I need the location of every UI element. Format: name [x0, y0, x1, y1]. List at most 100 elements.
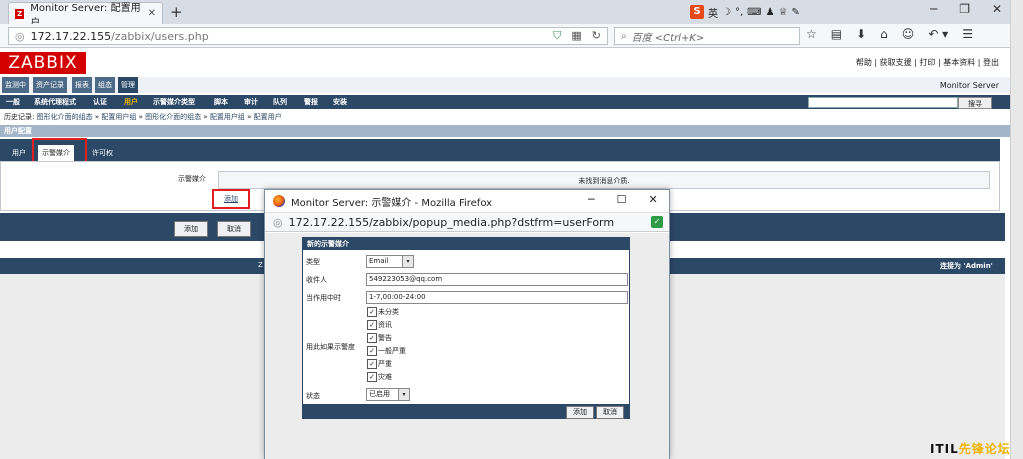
popup-url: 172.17.22.155/zabbix/popup_media.php?dst…	[288, 215, 615, 229]
severity-text: 灾难	[378, 373, 392, 381]
menu-configuration[interactable]: 组态	[95, 77, 115, 93]
close-icon[interactable]: ✕	[148, 8, 156, 19]
popup-maximize-icon[interactable]: ☐	[617, 193, 627, 206]
reload-icon[interactable]: ↻	[592, 29, 601, 43]
popup-minimize-icon[interactable]: ─	[588, 193, 595, 206]
add-media-link[interactable]: 添加	[212, 189, 250, 209]
keyboard-icon[interactable]: ⌨	[747, 7, 761, 18]
checkbox-checked-icon[interactable]: ✓	[367, 320, 377, 330]
no-media-message: 未找到消息介质.	[218, 171, 990, 189]
cancel-button[interactable]: 取消	[217, 221, 251, 237]
watermark-part2: 先锋论坛	[958, 442, 1011, 456]
emoji-icon[interactable]: ☺	[902, 27, 915, 41]
menu-icon[interactable]: ☰	[962, 27, 973, 41]
popup-window-controls: ─ ☐ ✕	[588, 193, 658, 206]
submenu-general[interactable]: 一般	[6, 95, 20, 109]
severity-text: 未分类	[378, 308, 399, 316]
severity-average[interactable]: ✓ 一般严重	[367, 346, 406, 356]
url-host: 172.17.22.155	[30, 29, 112, 43]
reading-list-icon[interactable]: ▤	[831, 27, 842, 41]
footer-text: Z	[258, 261, 263, 269]
checkbox-checked-icon[interactable]: ✓	[367, 346, 377, 356]
popup-shield-icon: ✓	[651, 216, 663, 228]
severity-disaster[interactable]: ✓ 灾难	[367, 372, 392, 382]
form-title: 用户配置	[0, 125, 1010, 137]
popup-add-button[interactable]: 添加	[566, 406, 594, 419]
popup-globe-icon: ◎	[273, 215, 283, 229]
severity-information[interactable]: ✓ 资讯	[367, 320, 392, 330]
menu-inventory[interactable]: 资产记录	[33, 77, 67, 93]
star-icon[interactable]: ☆	[806, 27, 817, 41]
user-icon[interactable]: ♟	[766, 7, 775, 18]
sendto-input[interactable]: 549223053@qq.com	[366, 273, 628, 286]
type-value: Email	[369, 257, 389, 265]
punct-icon[interactable]: °,	[735, 7, 743, 18]
history-breadcrumb: 历史记录: 图形化介面的组态 » 配置用户组 » 图形化介面的组态 » 配置用户…	[0, 111, 1010, 124]
submenu-authentication[interactable]: 认证	[93, 95, 107, 109]
history-item[interactable]: 配置用户组	[101, 113, 136, 121]
submenu-media-types[interactable]: 示警媒介类型	[153, 95, 195, 109]
add-button[interactable]: 添加	[174, 221, 208, 237]
submenu-queue[interactable]: 队列	[273, 95, 287, 109]
history-sep: »	[247, 113, 252, 121]
submenu-scripts[interactable]: 脚本	[214, 95, 228, 109]
download-icon[interactable]: ⬇	[856, 27, 866, 41]
severity-text: 警告	[378, 334, 392, 342]
side-scrollbar[interactable]	[1010, 0, 1023, 459]
checkbox-checked-icon[interactable]: ✓	[367, 333, 377, 343]
popup-url-bar[interactable]: ◎ 172.17.22.155/zabbix/popup_media.php?d…	[265, 212, 669, 232]
firefox-icon	[273, 195, 285, 207]
new-tab-button[interactable]: +	[170, 3, 183, 21]
checkbox-checked-icon[interactable]: ✓	[367, 372, 377, 382]
history-item[interactable]: 配置用户	[254, 113, 282, 121]
status-label: 状态	[306, 392, 320, 400]
submenu-installation[interactable]: 安装	[333, 95, 347, 109]
minimize-icon[interactable]: ─	[930, 2, 937, 16]
watermark: ITIL先锋论坛	[930, 440, 1011, 457]
chevron-down-icon: ▾	[402, 256, 413, 267]
menu-reports[interactable]: 报表	[72, 77, 92, 93]
tab-permissions[interactable]: 许可权	[88, 145, 117, 161]
submenu-proxies[interactable]: 系统代理程式	[34, 95, 76, 109]
history-item[interactable]: 图形化介面的组态	[37, 113, 93, 121]
history-item[interactable]: 配置用户组	[210, 113, 245, 121]
shirt-icon[interactable]: ♕	[779, 7, 788, 18]
ime-lang[interactable]: 英	[708, 5, 718, 20]
tab-user[interactable]: 用户	[8, 145, 30, 161]
restore-icon[interactable]: ❐	[959, 2, 970, 16]
sogou-icon[interactable]: S	[690, 5, 704, 19]
checkbox-checked-icon[interactable]: ✓	[367, 307, 377, 317]
submenu-notifications[interactable]: 警报	[304, 95, 318, 109]
type-select[interactable]: Email ▾	[366, 255, 414, 268]
zabbix-search-button[interactable]: 搜寻	[958, 97, 992, 109]
popup-cancel-button[interactable]: 取消	[596, 406, 624, 419]
window-close-icon[interactable]: ✕	[992, 2, 1002, 16]
form-tab-row	[0, 139, 1000, 161]
status-select[interactable]: 已启用 ▾	[366, 388, 410, 401]
home-icon[interactable]: ⌂	[880, 27, 888, 41]
type-label: 类型	[306, 258, 320, 266]
zabbix-search-input[interactable]	[808, 97, 958, 108]
menu-monitoring[interactable]: 监测中	[2, 77, 29, 93]
top-links[interactable]: 帮助 | 获取支援 | 打印 | 基本资料 | 登出	[856, 57, 999, 68]
wrench-icon[interactable]: ✎	[792, 7, 800, 18]
submenu-users[interactable]: 用户	[124, 95, 138, 109]
period-input[interactable]: 1-7,00:00-24:00	[366, 291, 628, 304]
ime-toolbar: S 英 ☽ °, ⌨ ♟ ♕ ✎	[690, 3, 800, 21]
search-input[interactable]: ⌕ 百度 <Ctrl+K>	[614, 27, 800, 45]
menu-administration[interactable]: 管理	[118, 77, 138, 93]
severity-not-classified[interactable]: ✓ 未分类	[367, 307, 399, 317]
submenu-audit[interactable]: 审计	[244, 95, 258, 109]
popup-close-icon[interactable]: ✕	[649, 193, 658, 206]
browser-tab[interactable]: Z Monitor Server: 配置用户 ✕	[8, 2, 163, 29]
moon-icon[interactable]: ☽	[722, 7, 731, 18]
checkbox-checked-icon[interactable]: ✓	[367, 359, 377, 369]
server-name: Monitor Server	[939, 81, 999, 90]
back-icon[interactable]: ↶ ▾	[928, 27, 948, 41]
url-bar[interactable]: ◎ 172.17.22.155 /zabbix/users.php ⛉ ▦ ↻	[8, 27, 608, 45]
severity-warning[interactable]: ✓ 警告	[367, 333, 392, 343]
severity-high[interactable]: ✓ 严重	[367, 359, 392, 369]
shield-icon[interactable]: ⛉	[553, 29, 561, 43]
history-item[interactable]: 图形化介面的组态	[145, 113, 201, 121]
qr-icon[interactable]: ▦	[571, 29, 581, 43]
